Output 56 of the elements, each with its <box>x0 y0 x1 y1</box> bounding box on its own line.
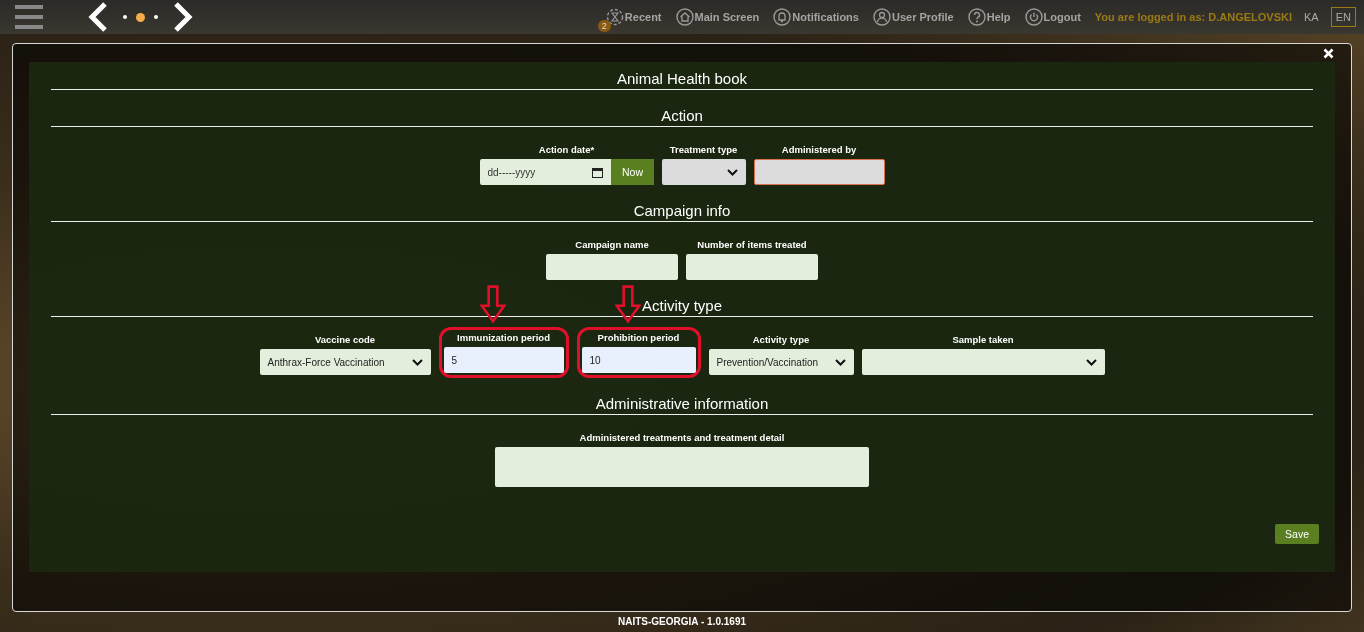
close-icon <box>1323 48 1334 59</box>
field-label: Sample taken <box>952 334 1014 345</box>
logged-in-text: You are logged in as: D.ANGELOVSKI <box>1094 11 1293 23</box>
field-label: Number of items treated <box>697 239 807 250</box>
field-label: Treatment type <box>669 144 738 155</box>
field-label: Vaccine code <box>314 334 376 345</box>
dropdown[interactable]: Anthrax-Force Vaccination <box>259 349 431 375</box>
date-field[interactable]: dd-----yyyy <box>479 159 612 185</box>
page-dot[interactable] <box>123 15 127 19</box>
section-heading: Activity type <box>642 296 722 316</box>
now-button[interactable]: Now <box>611 159 654 185</box>
calendar-icon <box>592 166 604 178</box>
input-field[interactable]: 10 <box>581 347 696 373</box>
input-field[interactable] <box>546 254 678 280</box>
user-icon <box>872 8 891 26</box>
chevron-down-icon <box>726 168 738 176</box>
field-label: Administered by <box>781 144 857 155</box>
down-arrow-annotation <box>614 284 641 324</box>
nav-link[interactable]: User Profile <box>872 8 954 26</box>
language-link[interactable]: EN <box>1330 7 1356 27</box>
menu-icon[interactable] <box>15 5 43 29</box>
nav-link[interactable]: Help <box>967 8 1011 26</box>
input-field[interactable]: 5 <box>443 347 564 373</box>
nav-link[interactable]: Main Screen <box>675 8 760 26</box>
modal-title: Animal Health book <box>616 69 748 89</box>
field-label: Campaign name <box>575 239 649 250</box>
nav-link[interactable]: Logout <box>1024 8 1081 26</box>
field-label: Administered treatments and treatment detail <box>579 432 785 443</box>
field-label: Activity type <box>752 334 810 345</box>
save-button[interactable]: Save <box>1275 524 1319 544</box>
nav-link[interactable]: Notifications <box>773 8 859 26</box>
section-heading: Campaign info <box>633 201 731 221</box>
count-badge: 2 <box>597 20 611 32</box>
input-field[interactable] <box>753 159 885 185</box>
section-heading: Administrative information <box>595 394 769 414</box>
dropdown[interactable] <box>661 159 746 185</box>
bell-icon <box>773 8 792 26</box>
close-button[interactable] <box>1323 48 1334 59</box>
field-label: Prohibition period <box>597 332 680 343</box>
page-dot[interactable] <box>154 15 158 19</box>
chevron-down-icon <box>411 358 423 366</box>
version-text: NAITS-GEORGIA - 1.0.1691 <box>618 616 746 627</box>
field-label: Immunization period <box>457 332 550 343</box>
section-heading: Action <box>661 106 703 126</box>
down-arrow-annotation <box>479 284 506 324</box>
clock-icon <box>605 8 624 26</box>
chevron-down-icon <box>834 358 846 366</box>
power-icon <box>1024 8 1043 26</box>
home-icon <box>675 8 694 26</box>
help-icon <box>967 8 986 26</box>
page-dot[interactable] <box>136 12 145 22</box>
input-field[interactable] <box>686 254 818 280</box>
chevron-down-icon <box>1085 358 1097 366</box>
language-link[interactable]: KA <box>1299 7 1324 27</box>
dropdown[interactable]: Prevention/Vaccination <box>708 349 854 375</box>
field-label: Action date* <box>538 144 595 155</box>
